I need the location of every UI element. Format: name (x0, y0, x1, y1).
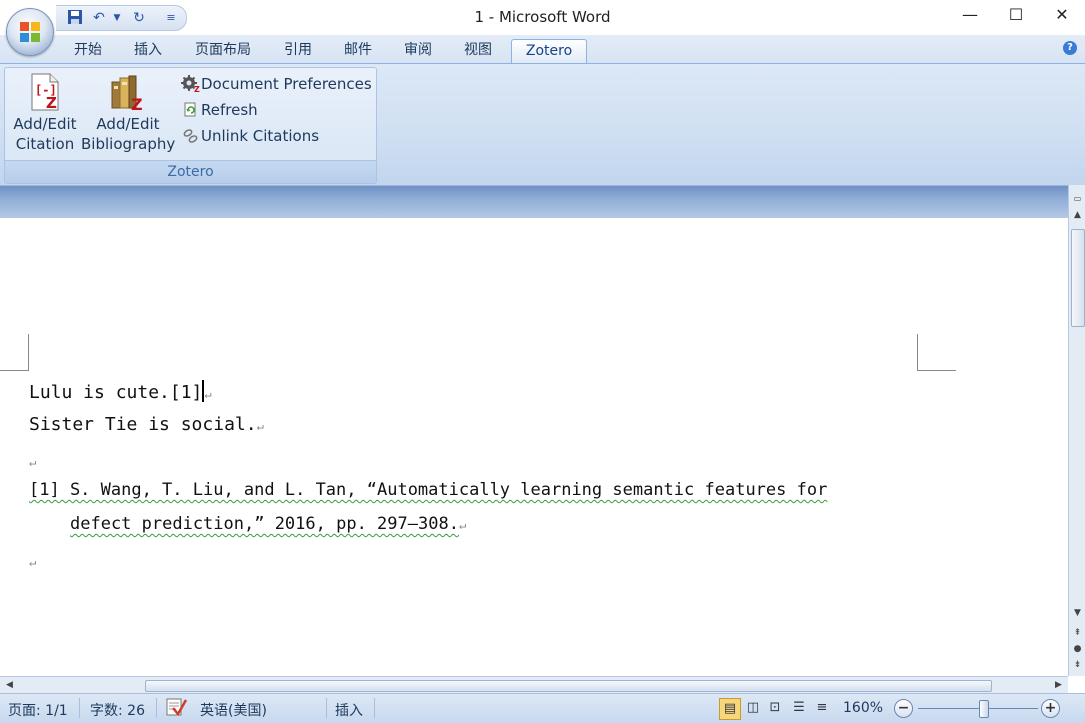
scroll-down-icon[interactable]: ▼ (1071, 607, 1084, 619)
paragraph-mark: ↵ (29, 555, 37, 569)
previous-page-icon[interactable]: ⇞ (1071, 627, 1084, 639)
paragraph-mark: ↵ (29, 455, 37, 469)
ruler-toggle-icon[interactable]: ▭ (1071, 193, 1084, 205)
minimize-button[interactable]: — (947, 0, 993, 32)
paragraph-mark: ↵ (458, 518, 467, 532)
citation-icon: [-] Z (26, 72, 64, 112)
ribbon-body: [-] Z Add/Edit Citation Z Add/Edit Bibli… (0, 63, 1085, 186)
vertical-scrollbar[interactable]: ▭ ▲ ▼ ⇞ ● ⇟ (1068, 185, 1085, 676)
empty-paragraph-1: ↵ (29, 450, 36, 471)
zoom-slider-thumb[interactable] (979, 700, 989, 718)
language-indicator[interactable]: 英语(美国) (200, 700, 267, 720)
document-preferences-button[interactable]: Z Document Preferences (181, 73, 372, 95)
tab-page-layout[interactable]: 页面布局 (184, 39, 262, 63)
scroll-right-icon[interactable]: ▶ (1052, 679, 1065, 691)
window-title: 1 - Microsoft Word (474, 8, 611, 26)
tab-references[interactable]: 引用 (270, 39, 326, 63)
page-count[interactable]: 页面: 1/1 (8, 700, 68, 720)
bibliography-icon: Z (109, 72, 147, 114)
zoom-in-icon[interactable]: + (1041, 699, 1060, 718)
status-separator (79, 698, 80, 718)
unlink-citations-label: Unlink Citations (201, 127, 320, 145)
proofing-icon[interactable] (164, 696, 188, 722)
refresh-label: Refresh (201, 101, 258, 119)
refresh-icon (181, 101, 201, 119)
zoom-out-icon[interactable]: − (894, 699, 913, 718)
unlink-citations-button[interactable]: Unlink Citations (181, 125, 319, 147)
status-separator (326, 698, 327, 718)
scroll-up-icon[interactable]: ▲ (1071, 209, 1084, 221)
next-page-icon[interactable]: ⇟ (1071, 659, 1084, 671)
outline-view-icon[interactable]: ☰ (789, 698, 809, 718)
status-bar: 页面: 1/1 字数: 26 英语(美国) 插入 ▤ ◫ ⊡ ☰ ≡ 160% … (0, 693, 1085, 723)
empty-paragraph-2: ↵ (29, 550, 36, 571)
paragraph-mark: ↵ (204, 387, 212, 401)
draft-view-icon[interactable]: ≡ (812, 698, 832, 718)
word-count[interactable]: 字数: 26 (90, 700, 145, 720)
close-button[interactable]: ✕ (1039, 0, 1085, 32)
horizontal-scrollbar[interactable]: ◀ ▶ (0, 676, 1068, 694)
maximize-button[interactable]: ☐ (993, 0, 1039, 32)
add-edit-citation-line1: Add/Edit (13, 115, 77, 133)
web-layout-icon[interactable]: ⊡ (765, 698, 785, 718)
status-separator (374, 698, 375, 718)
title-bar: ↶ ▼ ↻ ≡ 1 - Microsoft Word — ☐ ✕ (0, 0, 1085, 35)
insert-mode[interactable]: 插入 (335, 700, 363, 720)
refresh-button[interactable]: Refresh (181, 99, 258, 121)
margin-corner-right (917, 334, 956, 371)
document-area[interactable]: Lulu is cute.[1] ↵ Sister Tie is social.↵… (0, 185, 1068, 677)
document-background (0, 186, 1068, 218)
office-button[interactable] (6, 8, 54, 56)
group-label: Zotero (5, 160, 376, 183)
bibliography-entry-line2: defect prediction,” 2016, pp. 297–308.↵ (70, 514, 466, 534)
gear-icon: Z (181, 74, 201, 94)
tab-insert[interactable]: 插入 (120, 39, 176, 63)
svg-text:Z: Z (46, 94, 57, 112)
line1-text: Lulu is cute.[1] (29, 382, 203, 403)
horizontal-scroll-thumb[interactable] (145, 680, 992, 692)
help-icon[interactable]: ? (1063, 41, 1077, 55)
zotero-group: [-] Z Add/Edit Citation Z Add/Edit Bibli… (4, 67, 377, 184)
document-line-2: Sister Tie is social.↵ (29, 414, 264, 435)
document-line-1: Lulu is cute.[1] ↵ (29, 380, 212, 403)
tab-view[interactable]: 视图 (450, 39, 506, 63)
line2-text: Sister Tie is social. (29, 414, 257, 435)
print-layout-icon[interactable]: ▤ (719, 698, 741, 720)
svg-text:Z: Z (194, 85, 200, 93)
select-browse-object-icon[interactable]: ● (1071, 643, 1084, 655)
tab-home[interactable]: 开始 (60, 39, 116, 63)
bibliography-entry-line1: [1] S. Wang, T. Liu, and L. Tan, “Automa… (29, 480, 827, 500)
office-logo-icon (20, 22, 40, 42)
tab-zotero[interactable]: Zotero (511, 39, 587, 64)
tab-review[interactable]: 审阅 (390, 39, 446, 63)
ribbon-tabs: 开始 插入 页面布局 引用 邮件 审阅 视图 Zotero ? (0, 35, 1085, 64)
vertical-scroll-thumb[interactable] (1071, 229, 1085, 327)
full-screen-reading-icon[interactable]: ◫ (743, 698, 763, 718)
svg-text:Z: Z (131, 95, 143, 112)
add-edit-bibliography-line2: Bibliography (81, 135, 176, 153)
add-edit-bibliography-button[interactable]: Z Add/Edit Bibliography (81, 72, 175, 154)
zoom-slider[interactable] (918, 708, 1038, 709)
reference-line2-text: defect prediction,” 2016, pp. 297–308. (70, 514, 459, 534)
paragraph-mark: ↵ (256, 419, 264, 433)
unlink-icon (181, 127, 201, 145)
reference-line1-text: [1] S. Wang, T. Liu, and L. Tan, “Automa… (29, 480, 828, 500)
document-preferences-label: Document Preferences (201, 75, 372, 93)
zoom-level[interactable]: 160% (843, 700, 883, 716)
add-edit-citation-line2: Citation (15, 135, 75, 153)
document-page[interactable]: Lulu is cute.[1] ↵ Sister Tie is social.↵… (0, 218, 1068, 677)
add-edit-bibliography-line1: Add/Edit (96, 115, 160, 133)
add-edit-citation-button[interactable]: [-] Z Add/Edit Citation (9, 72, 81, 154)
tab-mailings[interactable]: 邮件 (330, 39, 386, 63)
status-separator (156, 698, 157, 718)
margin-corner-left (0, 334, 29, 371)
scroll-left-icon[interactable]: ◀ (3, 679, 16, 691)
